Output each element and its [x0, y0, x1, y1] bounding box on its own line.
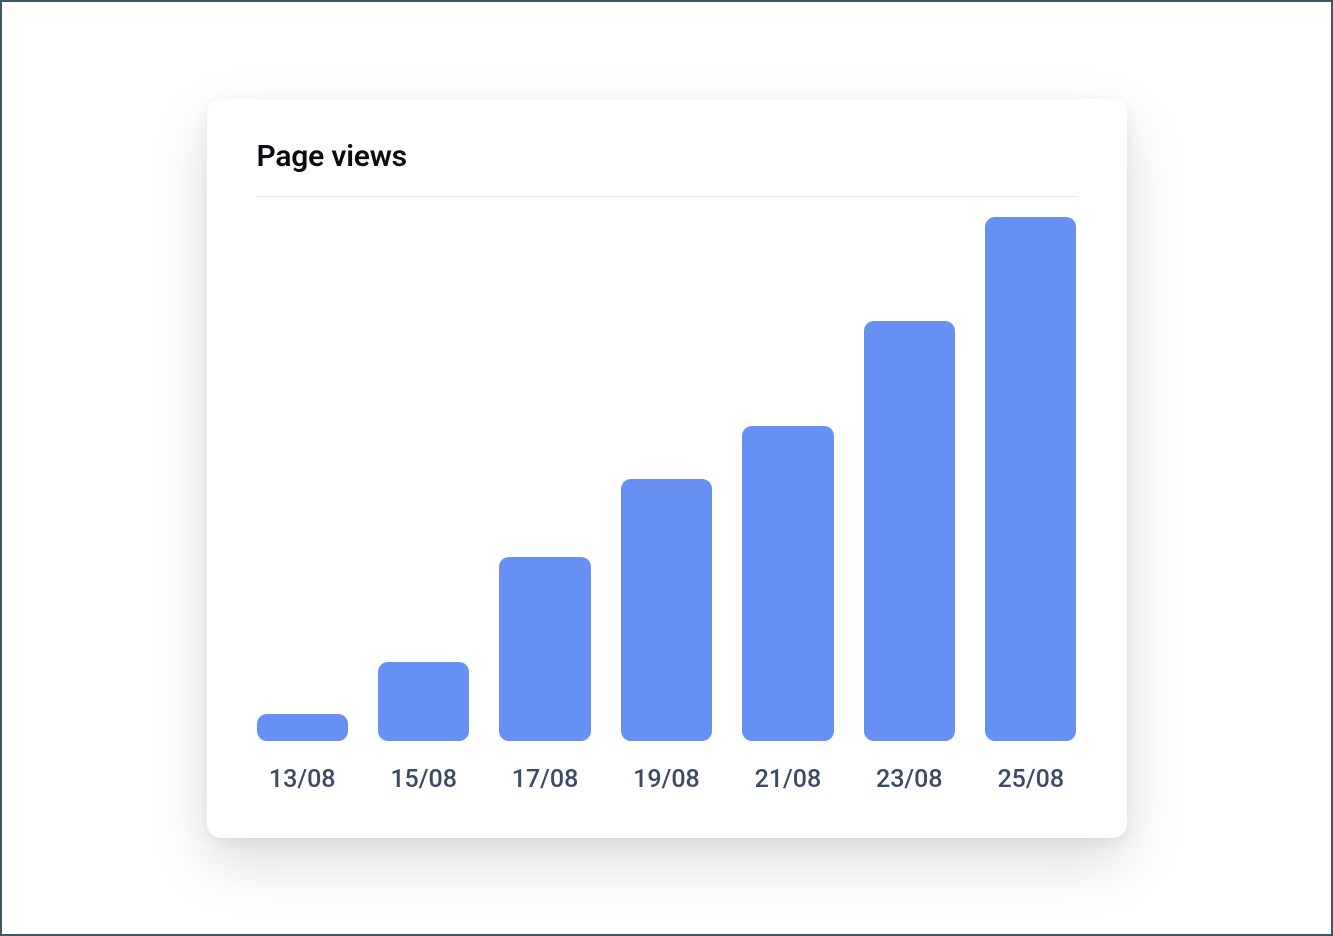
x-axis-labels: 13/08 15/08 17/08 19/08 21/08 23/08 25/08 — [257, 765, 1077, 794]
bar-slot — [257, 217, 348, 741]
bar-column — [257, 217, 348, 741]
x-axis-label: 19/08 — [621, 765, 712, 794]
bar — [257, 714, 348, 740]
x-axis-label: 25/08 — [985, 765, 1076, 794]
bar — [378, 662, 469, 741]
bar-slot — [378, 217, 469, 741]
x-axis-label: 21/08 — [742, 765, 833, 794]
chart-plot-area — [257, 217, 1077, 741]
bar — [742, 426, 833, 740]
chart-card: Page views 13/08 15/08 17/08 19/08 21/08 23/0… — [207, 99, 1127, 838]
bar-slot — [864, 217, 955, 741]
bar-column — [499, 217, 590, 741]
bar-column — [742, 217, 833, 741]
bar — [499, 557, 590, 740]
x-axis-label: 13/08 — [257, 765, 348, 794]
bar — [621, 479, 712, 741]
bar-slot — [742, 217, 833, 741]
bar — [864, 321, 955, 740]
bar-slot — [985, 217, 1076, 741]
bar-column — [864, 217, 955, 741]
bar-column — [985, 217, 1076, 741]
x-axis-label: 15/08 — [378, 765, 469, 794]
chart-title: Page views — [257, 139, 1077, 174]
bar-column — [621, 217, 712, 741]
bar-slot — [499, 217, 590, 741]
x-axis-label: 23/08 — [864, 765, 955, 794]
bar-column — [378, 217, 469, 741]
x-axis-label: 17/08 — [499, 765, 590, 794]
divider — [257, 196, 1077, 197]
bar — [985, 217, 1076, 741]
bar-slot — [621, 217, 712, 741]
